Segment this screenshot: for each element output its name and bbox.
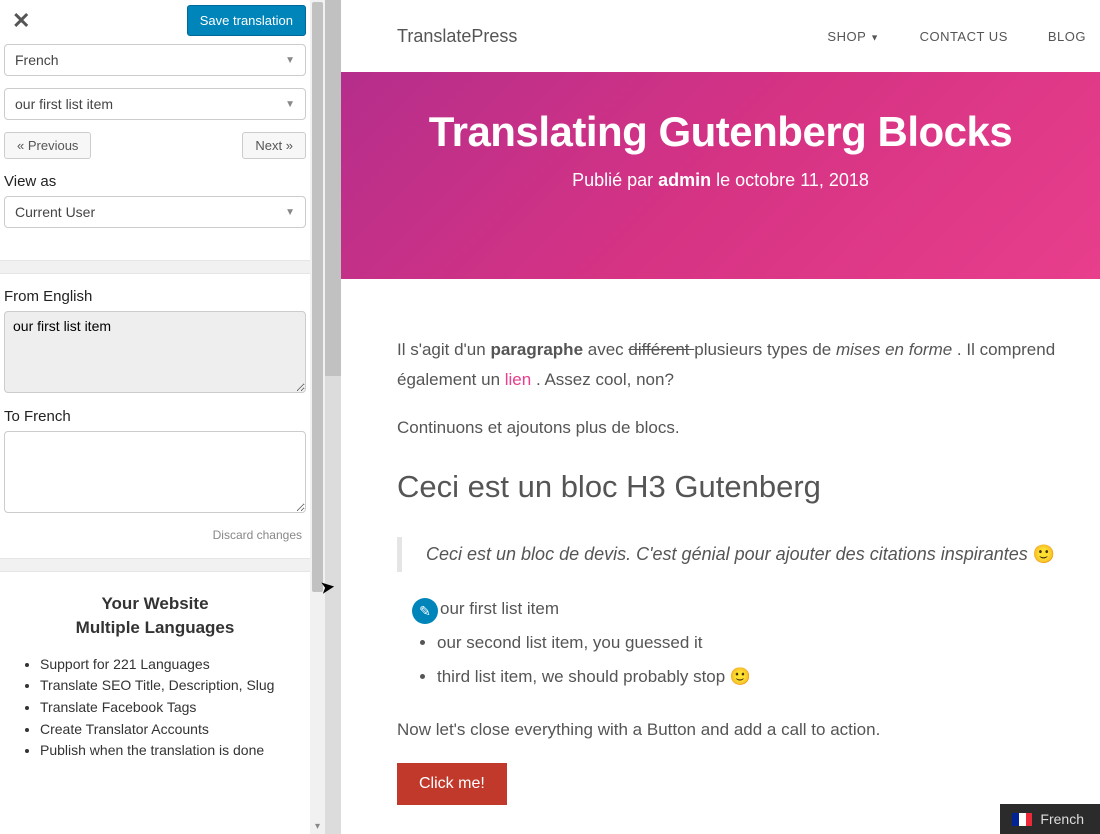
pane-divider[interactable]: [325, 0, 341, 834]
promo-item: Create Translator Accounts: [40, 719, 306, 741]
content-link[interactable]: lien: [505, 370, 531, 389]
promo-panel: Your WebsiteMultiple Languages Support f…: [0, 572, 310, 772]
list-item: third list item, we should probably stop…: [437, 662, 1058, 692]
site-header: TranslatePress SHOP ▼ CONTACT US BLOG: [341, 0, 1100, 72]
language-switcher-label: French: [1040, 811, 1084, 827]
blockquote: Ceci est un bloc de devis. C'est génial …: [397, 537, 1058, 573]
string-select[interactable]: our first list item: [4, 88, 306, 120]
smile-emoji: 🙂: [730, 667, 751, 686]
promo-title: Your WebsiteMultiple Languages: [4, 592, 306, 640]
post-author[interactable]: admin: [658, 170, 711, 190]
flag-fr-icon: [1012, 813, 1032, 826]
discard-changes-link[interactable]: Discard changes: [4, 528, 306, 552]
promo-item: Publish when the translation is done: [40, 740, 306, 762]
close-icon[interactable]: ✕: [6, 6, 36, 36]
smile-emoji: 🙂: [1033, 544, 1055, 564]
string-select-value: our first list item: [15, 96, 113, 112]
page-title: Translating Gutenberg Blocks: [341, 108, 1100, 156]
cta-button[interactable]: Click me!: [397, 763, 507, 805]
paragraph: Continuons et ajoutons plus de blocs.: [397, 413, 1058, 443]
next-button[interactable]: Next »: [242, 132, 306, 159]
nav-shop[interactable]: SHOP ▼: [827, 29, 879, 44]
translation-textarea[interactable]: [4, 431, 306, 513]
promo-item: Translate Facebook Tags: [40, 697, 306, 719]
nav-contact[interactable]: CONTACT US: [920, 29, 1008, 44]
list-item: our second list item, you guessed it: [437, 628, 1058, 658]
from-language-label: From English: [4, 288, 306, 305]
language-select[interactable]: French: [4, 44, 306, 76]
post-meta: Publié par admin le octobre 11, 2018: [341, 170, 1100, 191]
scrollbar-thumb[interactable]: [312, 2, 323, 592]
source-textarea[interactable]: [4, 311, 306, 393]
divider: [0, 558, 310, 572]
view-as-value: Current User: [15, 204, 95, 220]
promo-item: Translate SEO Title, Description, Slug: [40, 675, 306, 697]
save-translation-button[interactable]: Save translation: [187, 5, 306, 36]
language-switcher[interactable]: French: [1000, 804, 1100, 834]
hero-banner: Translating Gutenberg Blocks Publié par …: [341, 72, 1100, 279]
view-as-label: View as: [4, 173, 306, 190]
edit-icon[interactable]: ✎: [412, 598, 438, 624]
previous-button[interactable]: « Previous: [4, 132, 91, 159]
list-item: ✎our first list item: [412, 594, 1058, 624]
promo-item: Support for 221 Languages: [40, 654, 306, 676]
content-list: ✎our first list item our second list ite…: [437, 594, 1058, 691]
nav-blog[interactable]: BLOG: [1048, 29, 1086, 44]
divider: [0, 260, 310, 274]
view-as-select[interactable]: Current User: [4, 196, 306, 228]
heading-h3: Ceci est un bloc H3 Gutenberg: [397, 460, 1058, 514]
article-body: Il s'agit d'un paragraphe avec différent…: [355, 279, 1100, 834]
main-nav: SHOP ▼ CONTACT US BLOG: [827, 29, 1086, 44]
to-language-label: To French: [4, 408, 306, 425]
sidebar-scrollbar[interactable]: ▴ ▾: [310, 0, 325, 834]
translation-sidebar: ✕ Save translation French our first list…: [0, 0, 325, 834]
paragraph: Now let's close everything with a Button…: [397, 715, 1058, 745]
page-preview: TranslatePress SHOP ▼ CONTACT US BLOG Tr…: [341, 0, 1100, 834]
chevron-down-icon: ▼: [870, 32, 879, 42]
site-brand[interactable]: TranslatePress: [397, 26, 517, 47]
language-select-value: French: [15, 52, 59, 68]
paragraph: Il s'agit d'un paragraphe avec différent…: [397, 335, 1058, 395]
scroll-down-icon[interactable]: ▾: [310, 820, 325, 834]
